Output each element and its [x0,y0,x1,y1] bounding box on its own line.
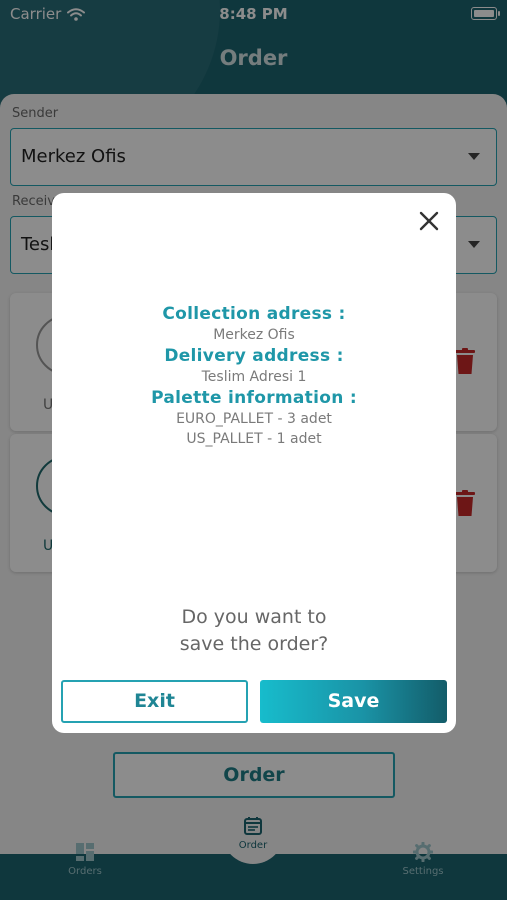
save-question-line: save the order? [179,633,329,655]
save-question-line: Do you want to [181,606,327,628]
close-icon[interactable] [418,210,440,232]
confirm-order-dialog: Collection adress : Merkez Ofis Delivery… [52,193,456,733]
palette-item: US_PALLET - 1 adet [186,431,322,447]
save-button[interactable]: Save [260,680,447,723]
palette-item: EURO_PALLET - 3 adet [176,411,332,427]
exit-button[interactable]: Exit [61,680,248,723]
delivery-heading: Delivery address : [164,346,344,366]
delivery-value: Teslim Adresi 1 [201,369,307,385]
order-summary: Collection adress : Merkez Ofis Delivery… [52,303,456,449]
collection-value: Merkez Ofis [213,327,295,343]
save-question: Do you want to save the order? [52,604,456,658]
collection-heading: Collection adress : [162,304,346,324]
palette-heading: Palette information : [151,388,357,408]
